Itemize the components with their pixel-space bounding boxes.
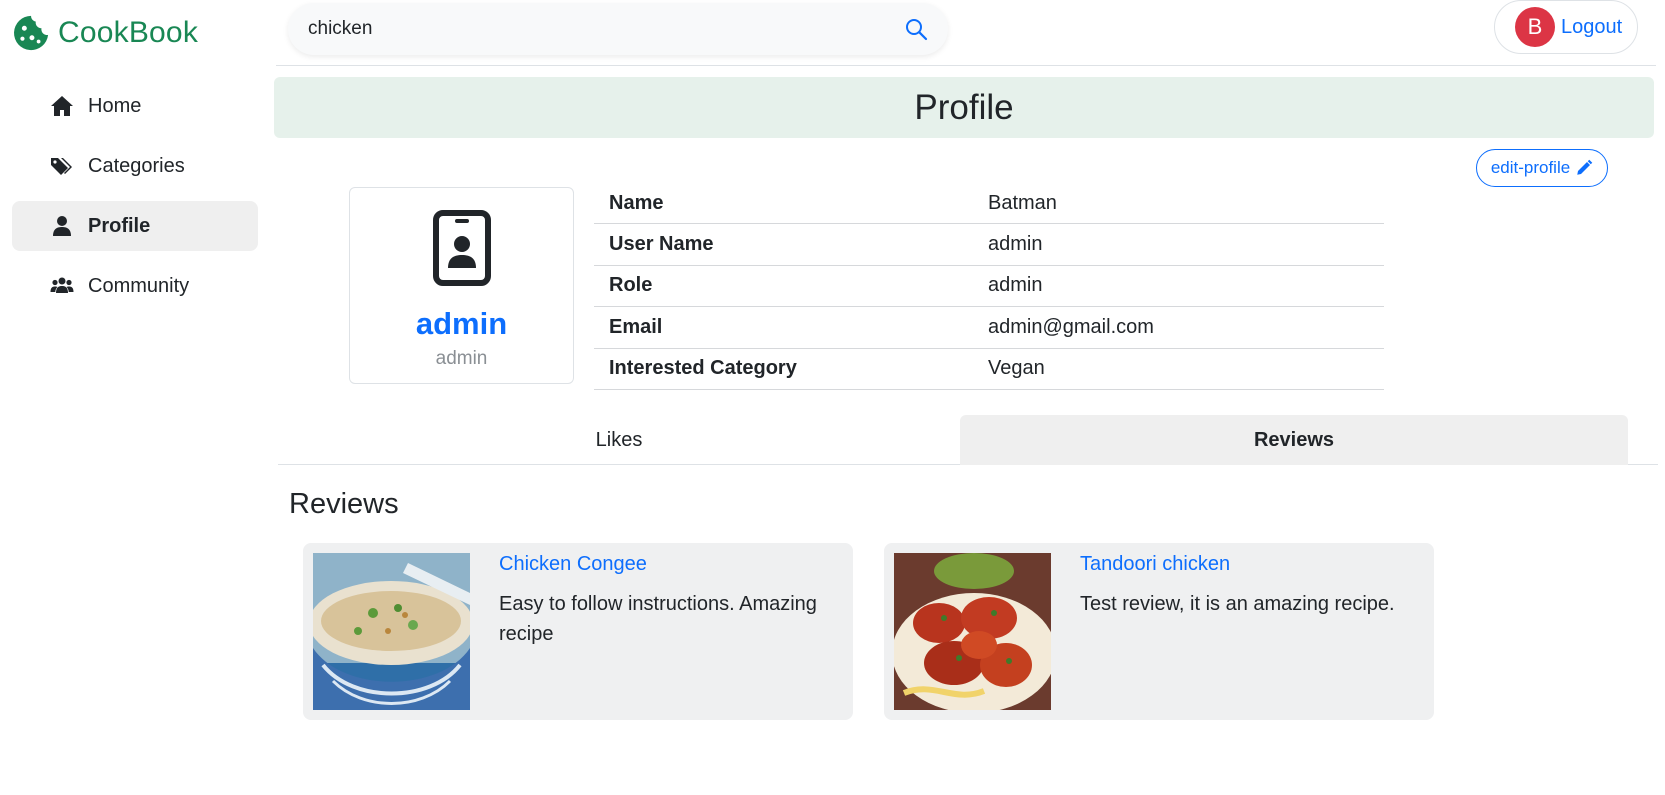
profile-tabs: Likes Reviews xyxy=(278,415,1658,465)
page-title-banner: Profile xyxy=(274,77,1654,138)
tab-likes[interactable]: Likes xyxy=(278,415,960,465)
review-recipe-link[interactable]: Tandoori chicken xyxy=(1080,553,1230,576)
profile-info-table: Name Batman User Name admin Role admin E… xyxy=(594,183,1384,390)
sidebar-item-categories[interactable]: Categories xyxy=(12,141,258,191)
info-row: Name Batman xyxy=(594,183,1384,225)
info-value: Batman xyxy=(988,191,1057,214)
header-divider xyxy=(276,65,1656,66)
reviews-heading: Reviews xyxy=(289,488,399,520)
recipe-image[interactable] xyxy=(894,553,1051,710)
id-badge-icon xyxy=(432,210,491,286)
tab-reviews[interactable]: Reviews xyxy=(960,415,1628,465)
review-recipe-link[interactable]: Chicken Congee xyxy=(499,553,647,576)
info-value: Vegan xyxy=(988,357,1045,380)
brand-name: CookBook xyxy=(58,16,199,49)
profile-name: admin xyxy=(415,306,508,341)
sidebar-item-label: Community xyxy=(88,274,190,297)
sidebar-nav: Home Categories Profile Community xyxy=(12,81,258,321)
recipe-image[interactable] xyxy=(313,553,470,710)
avatar: B xyxy=(1515,7,1555,47)
user-icon xyxy=(50,214,74,238)
info-value: admin xyxy=(988,233,1043,256)
info-row: Role admin xyxy=(594,266,1384,308)
info-value: admin xyxy=(988,274,1043,297)
info-row: Interested Category Vegan xyxy=(594,349,1384,390)
sidebar-item-label: Categories xyxy=(88,154,185,177)
info-key: Email xyxy=(609,315,663,338)
info-key: Role xyxy=(609,274,653,297)
review-text: Test review, it is an amazing recipe. xyxy=(1080,593,1395,615)
cookie-logo-icon xyxy=(14,15,49,51)
search-input[interactable] xyxy=(308,18,904,40)
edit-profile-label: edit-profile xyxy=(1490,158,1571,177)
profile-username: admin xyxy=(435,348,488,369)
info-key: Interested Category xyxy=(609,357,797,380)
info-key: Name xyxy=(609,191,664,214)
sidebar-item-home[interactable]: Home xyxy=(12,81,258,131)
search-icon[interactable] xyxy=(904,17,928,41)
logout-label: Logout xyxy=(1561,15,1623,38)
brand[interactable]: CookBook xyxy=(12,14,198,52)
profile-card: admin admin xyxy=(349,187,574,384)
users-icon xyxy=(50,274,74,298)
sidebar-item-label: Home xyxy=(88,94,142,117)
sidebar-item-profile[interactable]: Profile xyxy=(12,201,258,251)
page-title: Profile xyxy=(914,87,1014,127)
search-bar xyxy=(288,3,948,55)
info-value: admin@gmail.com xyxy=(988,315,1154,338)
pencil-icon xyxy=(1577,159,1593,175)
info-key: User Name xyxy=(609,233,714,256)
logout-button[interactable]: B Logout xyxy=(1494,0,1638,54)
review-card: Tandoori chicken Test review, it is an a… xyxy=(884,543,1434,720)
sidebar-item-label: Profile xyxy=(88,214,151,237)
review-text: Easy to follow instructions. Amazing rec… xyxy=(499,593,817,645)
tags-icon xyxy=(50,154,74,178)
edit-profile-button[interactable]: edit-profile xyxy=(1476,149,1608,187)
info-row: User Name admin xyxy=(594,224,1384,266)
home-icon xyxy=(50,94,74,118)
sidebar-item-community[interactable]: Community xyxy=(12,261,258,311)
info-row: Email admin@gmail.com xyxy=(594,307,1384,349)
review-card: Chicken Congee Easy to follow instructio… xyxy=(303,543,853,720)
